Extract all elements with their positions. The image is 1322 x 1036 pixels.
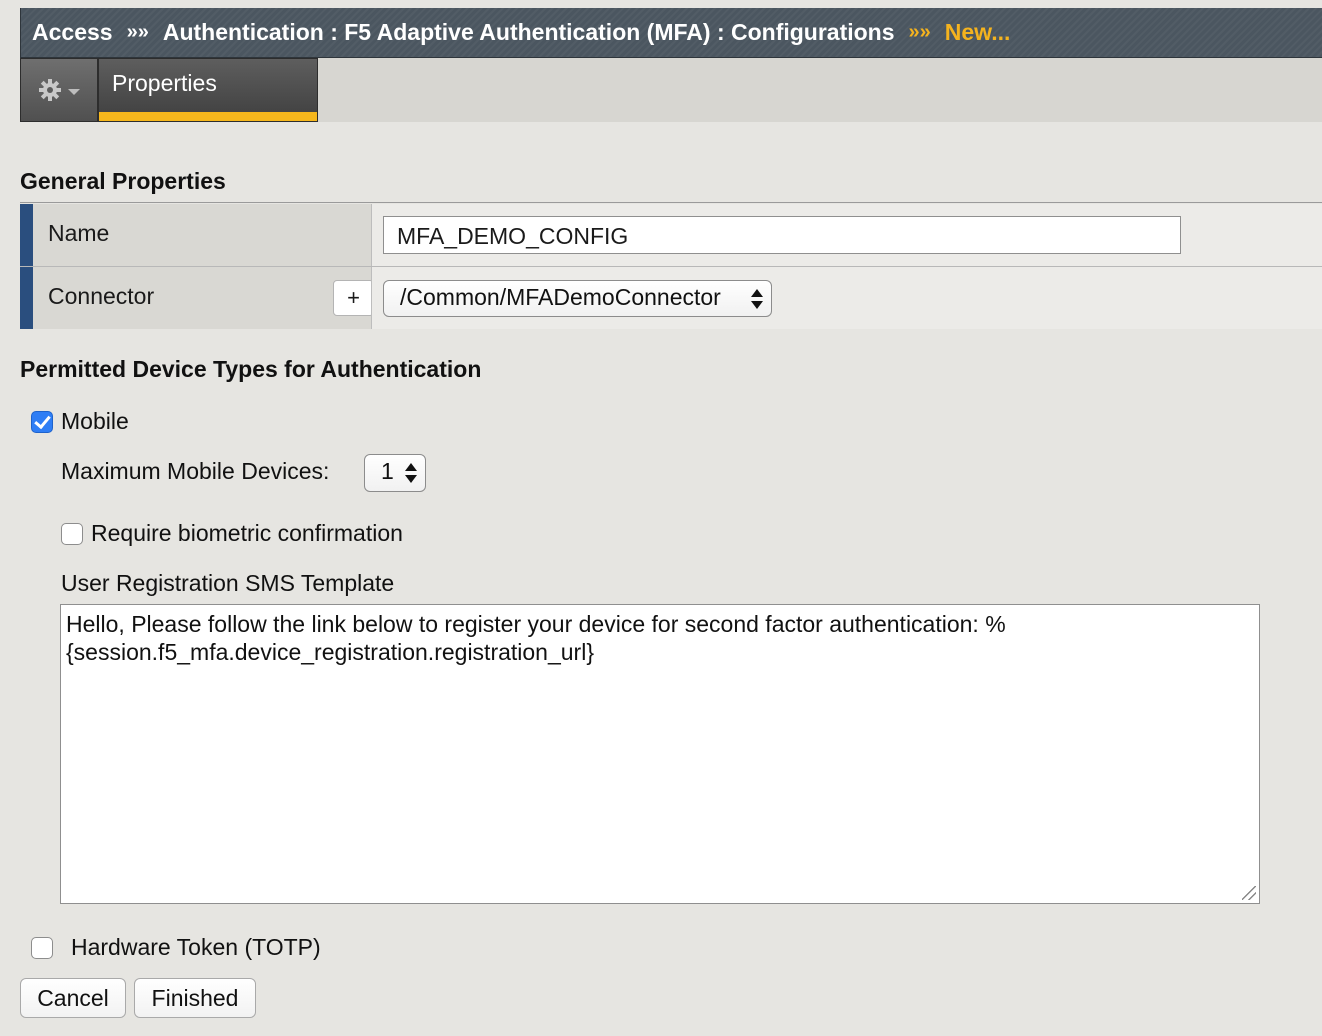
connector-select-value: /Common/MFADemoConnector [400,284,721,310]
connector-select[interactable]: /Common/MFADemoConnector [383,280,772,317]
chevron-down-icon [68,89,80,95]
name-value-cell: MFA_DEMO_CONFIG [371,204,1322,266]
connector-value-cell: /Common/MFADemoConnector [371,267,1322,329]
breadcrumb-separator: »» [126,21,149,43]
sms-template-textarea[interactable]: Hello, Please follow the link below to r… [60,604,1260,904]
breadcrumb-configurations-link[interactable]: Authentication : F5 Adaptive Authenticat… [163,19,895,46]
hardware-token-label: Hardware Token (TOTP) [71,934,321,960]
max-devices-label: Maximum Mobile Devices: [61,458,330,484]
resize-grip-icon[interactable] [1242,886,1256,900]
cancel-button[interactable]: Cancel [20,978,126,1018]
sms-template-label: User Registration SMS Template [61,570,395,596]
max-devices-select[interactable]: 1 [364,454,426,492]
max-devices-value: 1 [381,458,394,484]
tab-bar: Properties [20,58,1322,122]
connector-row: Connector + /Common/MFADemoConnector [20,267,1322,329]
breadcrumb: Access »» Authentication : F5 Adaptive A… [20,8,1322,58]
general-properties-heading: General Properties [20,168,226,194]
name-label: Name [20,204,371,266]
general-properties-table: Name MFA_DEMO_CONFIG Connector + /Common… [20,202,1322,329]
biometric-checkbox[interactable] [61,523,83,545]
mobile-label: Mobile [61,408,129,434]
connector-label: Connector [48,283,155,309]
name-input[interactable]: MFA_DEMO_CONFIG [383,216,1181,254]
finished-button[interactable]: Finished [134,978,256,1018]
select-arrows-icon [405,463,417,483]
breadcrumb-access-link[interactable]: Access [32,19,113,46]
select-arrows-icon [751,288,763,309]
breadcrumb-separator: »» [908,21,931,43]
sms-template-text: Hello, Please follow the link below to r… [66,611,1006,665]
connector-label-cell: Connector + [20,267,374,329]
biometric-label: Require biometric confirmation [91,520,403,546]
gear-icon [39,79,61,101]
tab-properties[interactable]: Properties [98,58,318,122]
add-connector-button[interactable]: + [333,280,374,316]
device-types-heading: Permitted Device Types for Authenticatio… [20,356,482,382]
breadcrumb-current: New... [944,19,1011,45]
hardware-token-checkbox[interactable] [31,937,53,959]
name-row: Name MFA_DEMO_CONFIG [20,204,1322,266]
mobile-checkbox[interactable] [31,411,53,433]
gear-menu-button[interactable] [20,58,98,122]
